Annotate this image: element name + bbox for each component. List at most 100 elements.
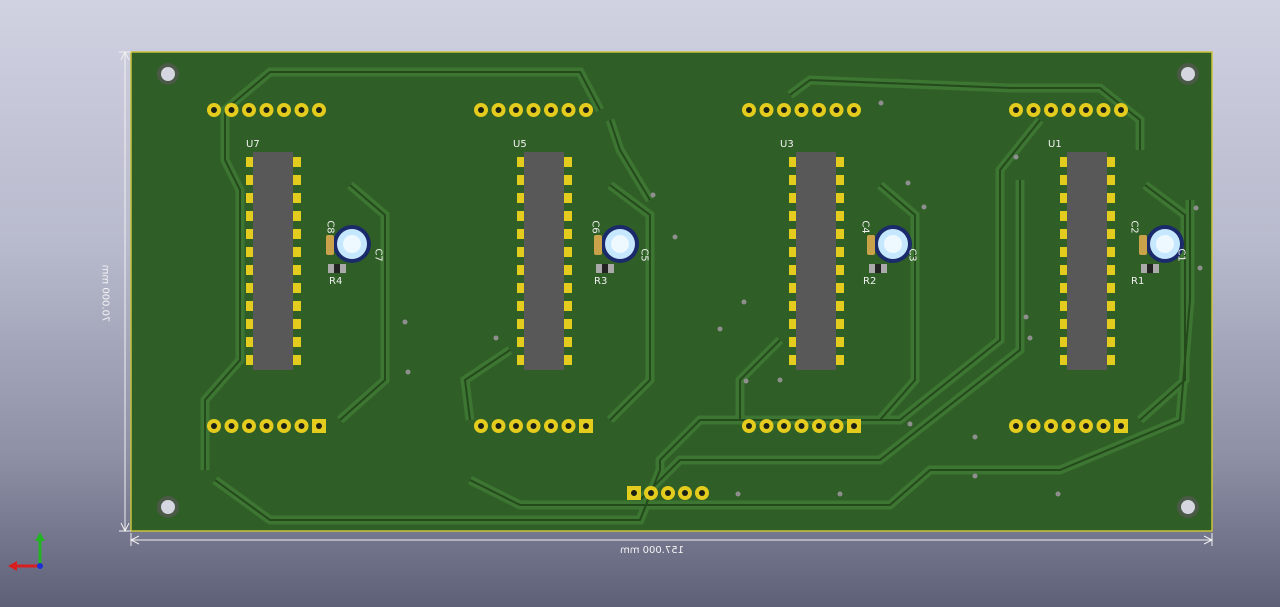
pad-hole xyxy=(1083,423,1089,429)
ceramic-cap xyxy=(326,235,334,255)
pad-hole xyxy=(699,490,705,496)
pad-hole xyxy=(763,107,770,113)
ic-ref-label: U7 xyxy=(246,139,260,150)
width-dimension-label: 157.000 mm xyxy=(620,545,685,556)
pad-hole xyxy=(631,490,637,496)
pad-hole xyxy=(246,423,252,429)
via xyxy=(650,192,656,198)
capacitor-ref-label: C8 xyxy=(324,220,336,234)
pad-hole xyxy=(851,107,857,113)
pad-hole xyxy=(495,423,502,429)
via xyxy=(717,326,723,332)
pad-hole xyxy=(1013,107,1019,113)
via xyxy=(735,491,741,497)
ceramic-cap xyxy=(1139,235,1147,255)
pad-hole xyxy=(1030,107,1037,113)
capacitor-ref-label: C6 xyxy=(589,220,601,234)
pad-hole xyxy=(1100,423,1107,429)
resistor-band xyxy=(875,264,881,273)
via xyxy=(907,421,913,427)
pad-hole xyxy=(548,107,554,113)
3d-viewport[interactable]: U7 U5 U3 U1 C8 C7 C6 C5 C4 C3 C2 C1 R4 R3 R2 R1 157.000… xyxy=(0,0,1280,607)
via xyxy=(493,335,499,341)
pad-hole xyxy=(281,423,287,429)
pad-hole xyxy=(495,107,502,113)
resistor-ref-label: R3 xyxy=(594,276,608,287)
ic-body xyxy=(524,152,564,370)
ceramic-cap xyxy=(867,235,875,255)
pad-hole xyxy=(530,107,537,113)
pad-hole xyxy=(763,423,770,429)
pad-hole xyxy=(1065,107,1072,113)
pcb-board[interactable] xyxy=(0,0,1280,607)
pad-hole xyxy=(682,490,688,496)
via xyxy=(972,473,978,479)
pad-hole xyxy=(798,423,805,429)
mounting-hole xyxy=(161,67,175,81)
pad-hole xyxy=(530,423,537,429)
pad-hole xyxy=(816,107,822,113)
capacitor-ref-label: C2 xyxy=(1128,220,1140,234)
pad-hole xyxy=(316,423,322,429)
via xyxy=(777,377,783,383)
ic-body xyxy=(253,152,293,370)
pad-hole xyxy=(298,107,305,113)
pad-hole xyxy=(478,107,484,113)
capacitor-ref-label: C4 xyxy=(859,220,871,234)
pad-hole xyxy=(298,423,305,429)
resistor-band xyxy=(334,264,340,273)
pad-hole xyxy=(211,423,217,429)
via xyxy=(402,319,408,325)
pad-hole xyxy=(746,107,752,113)
ic-body xyxy=(796,152,836,370)
via xyxy=(1013,154,1019,160)
pad-hole xyxy=(1030,423,1037,429)
pad-hole xyxy=(548,423,554,429)
capacitor-ref-label: C1 xyxy=(1175,248,1187,262)
pad-hole xyxy=(513,423,519,429)
pad-hole xyxy=(478,423,484,429)
pad-hole xyxy=(246,107,252,113)
via xyxy=(405,369,411,375)
pad-hole xyxy=(583,107,589,113)
height-dimension-label: 70.000 mm xyxy=(99,264,111,323)
pad-hole xyxy=(513,107,519,113)
pad-hole xyxy=(746,423,752,429)
pad-hole xyxy=(263,423,270,429)
pad-hole xyxy=(798,107,805,113)
capacitor-ref-label: C5 xyxy=(638,248,650,262)
pad-hole xyxy=(228,107,235,113)
electrolytic-cap-shine xyxy=(343,235,361,253)
via xyxy=(837,491,843,497)
ceramic-cap xyxy=(594,235,602,255)
via xyxy=(878,100,884,106)
pad-hole xyxy=(565,423,572,429)
mounting-hole xyxy=(1181,500,1195,514)
resistor-ref-label: R4 xyxy=(329,276,343,287)
pad-hole xyxy=(1100,107,1107,113)
via xyxy=(921,204,927,210)
pad-hole xyxy=(1083,107,1089,113)
pad-hole xyxy=(583,423,589,429)
pad-hole xyxy=(228,423,235,429)
via xyxy=(1193,205,1199,211)
ic-body xyxy=(1067,152,1107,370)
via xyxy=(741,299,747,305)
pad-hole xyxy=(1013,423,1019,429)
pad-hole xyxy=(781,107,787,113)
pad-hole xyxy=(1118,107,1124,113)
mounting-hole xyxy=(1181,67,1195,81)
via xyxy=(972,434,978,440)
pad-hole xyxy=(211,107,217,113)
via xyxy=(743,378,749,384)
ic-ref-label: U5 xyxy=(513,139,527,150)
pad-hole xyxy=(316,107,322,113)
resistor-band xyxy=(1147,264,1153,273)
pad-hole xyxy=(281,107,287,113)
resistor-band xyxy=(602,264,608,273)
mounting-hole xyxy=(161,500,175,514)
pad-hole xyxy=(1118,423,1124,429)
pad-hole xyxy=(665,490,671,496)
pad-hole xyxy=(851,423,857,429)
pad-hole xyxy=(1065,423,1072,429)
